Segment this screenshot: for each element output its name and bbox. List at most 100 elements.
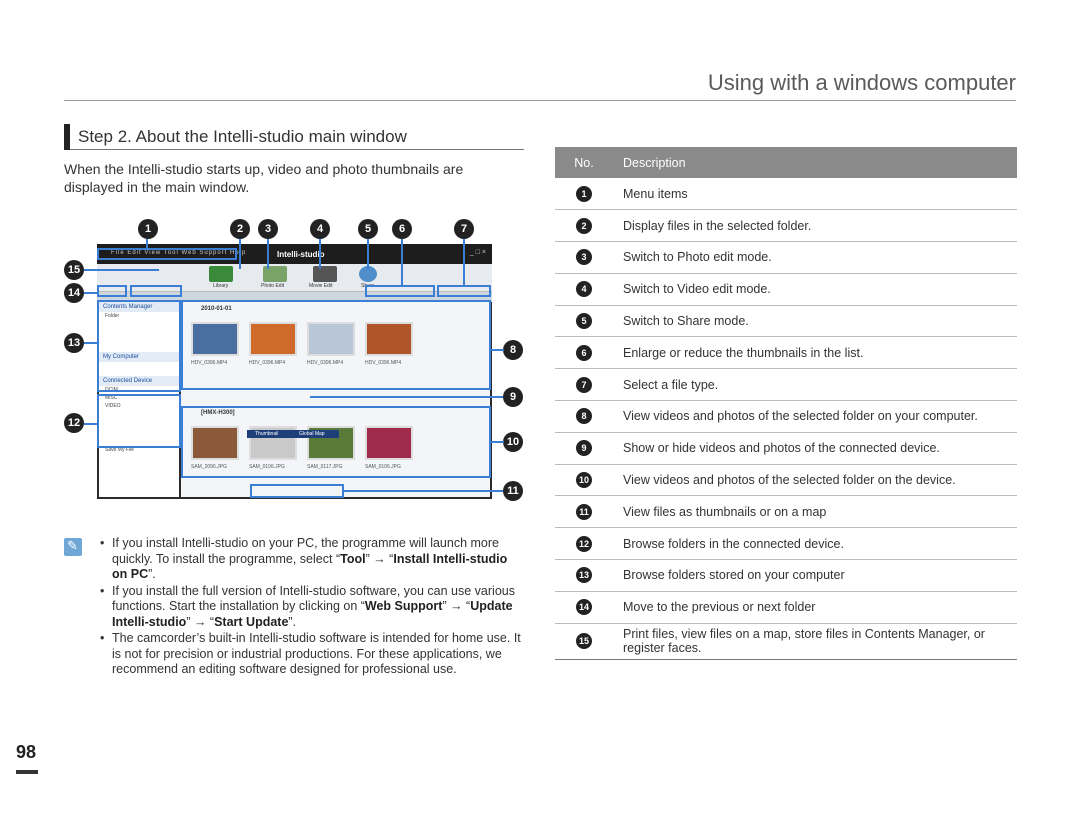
note-text: ” → “ bbox=[365, 551, 394, 566]
movie-edit-icon bbox=[313, 266, 337, 282]
leader-line bbox=[319, 239, 321, 269]
row-number: 12 bbox=[576, 535, 592, 552]
row-number-cell: 4 bbox=[555, 273, 613, 306]
row-number-cell: 5 bbox=[555, 305, 613, 338]
row-number: 5 bbox=[576, 313, 592, 330]
row-description: Show or hide videos and photos of the co… bbox=[613, 432, 1017, 465]
library-icon bbox=[209, 266, 233, 282]
app-logo: Intelli-studio bbox=[277, 250, 325, 259]
note-bold: Web Support bbox=[364, 599, 443, 613]
callout-7: 7 bbox=[454, 219, 474, 239]
leader-line bbox=[239, 239, 241, 269]
callout-14: 14 bbox=[64, 283, 84, 303]
note-bold: Start Update bbox=[214, 614, 289, 629]
row-number: 15 bbox=[576, 633, 592, 650]
row-description: Browse folders in the connected device. bbox=[613, 527, 1017, 561]
row-number: 13 bbox=[576, 567, 592, 584]
table-row: 10 View videos and photos of the selected… bbox=[555, 464, 1017, 497]
row-description: Enlarge or reduce the thumbnails in the … bbox=[613, 336, 1017, 370]
table-row: 2 Display files in the selected folder. bbox=[555, 209, 1017, 243]
table-header-row: No. Description bbox=[555, 147, 1017, 178]
callout-2: 2 bbox=[230, 219, 250, 239]
note-text: ”. bbox=[148, 567, 156, 581]
note-bullet-1: If you install Intelli-studio on your PC… bbox=[100, 536, 524, 583]
row-description: Move to the previous or next folder bbox=[613, 591, 1017, 624]
highlight-menu bbox=[97, 248, 237, 260]
photo-edit-label: Photo Edit bbox=[261, 283, 285, 289]
callout-4: 4 bbox=[310, 219, 330, 239]
table-row: 6 Enlarge or reduce the thumbnails in the… bbox=[555, 336, 1017, 370]
column-header-description: Description bbox=[613, 147, 1017, 178]
table-row: 5 Switch to Share mode. bbox=[555, 305, 1017, 338]
note-bullet-2: If you install the full version of Intel… bbox=[100, 584, 524, 631]
callout-13: 13 bbox=[64, 333, 84, 353]
table-row: 11 View files as thumbnails or on a map bbox=[555, 495, 1017, 529]
row-number: 3 bbox=[576, 249, 592, 266]
leader-line bbox=[310, 396, 503, 398]
callout-5: 5 bbox=[358, 219, 378, 239]
window-controls: _ □ × bbox=[469, 249, 486, 256]
row-number-cell: 9 bbox=[555, 432, 613, 465]
leader-line bbox=[491, 441, 504, 443]
row-number: 9 bbox=[576, 440, 592, 457]
row-number: 14 bbox=[576, 599, 592, 616]
row-number-cell: 13 bbox=[555, 559, 613, 592]
row-number: 10 bbox=[576, 472, 592, 489]
row-description: Menu items bbox=[613, 178, 1017, 211]
movie-edit-label: Movie Edit bbox=[309, 283, 333, 289]
note-bold: Tool bbox=[340, 551, 366, 566]
row-number-cell: 7 bbox=[555, 368, 613, 402]
callout-11: 11 bbox=[503, 481, 523, 501]
leader-line bbox=[367, 239, 369, 269]
highlight-device-tree bbox=[97, 394, 181, 448]
row-number-cell: 1 bbox=[555, 178, 613, 211]
leader-line bbox=[267, 239, 269, 269]
table-row: 8 View videos and photos of the selected … bbox=[555, 400, 1017, 433]
callout-10: 10 bbox=[503, 432, 523, 452]
leader-line bbox=[146, 239, 148, 249]
table-row: 13 Browse folders stored on your computer bbox=[555, 559, 1017, 592]
highlight-folder-tree bbox=[97, 300, 181, 392]
highlight-nav bbox=[97, 285, 127, 297]
row-number: 1 bbox=[576, 185, 592, 202]
highlight-zoom bbox=[365, 285, 435, 297]
leader-line bbox=[401, 239, 403, 285]
row-description: Select a file type. bbox=[613, 368, 1017, 402]
callout-8: 8 bbox=[503, 340, 523, 360]
note-pencil-icon bbox=[64, 538, 82, 556]
row-number: 8 bbox=[576, 408, 592, 425]
note-text: ” → “ bbox=[186, 614, 215, 629]
callout-9: 9 bbox=[503, 387, 523, 407]
table-row: 3 Switch to Photo edit mode. bbox=[555, 241, 1017, 274]
page-number-rule bbox=[16, 770, 38, 774]
table-row: 12 Browse folders in the connected device… bbox=[555, 527, 1017, 561]
row-number: 2 bbox=[576, 217, 592, 234]
row-number: 6 bbox=[576, 344, 592, 361]
row-description: Display files in the selected folder. bbox=[613, 209, 1017, 243]
page-header-title: Using with a windows computer bbox=[707, 70, 1016, 95]
row-number-cell: 6 bbox=[555, 336, 613, 370]
step-heading: Step 2. About the Intelli-studio main wi… bbox=[64, 124, 524, 150]
row-description: Switch to Photo edit mode. bbox=[613, 241, 1017, 274]
row-number-cell: 11 bbox=[555, 495, 613, 529]
row-number-cell: 10 bbox=[555, 464, 613, 497]
row-number-cell: 15 bbox=[555, 623, 613, 660]
callout-6: 6 bbox=[392, 219, 412, 239]
leader-line bbox=[463, 239, 465, 285]
heading-bar bbox=[64, 124, 70, 150]
leader-line bbox=[491, 349, 504, 351]
highlight-filetype bbox=[437, 285, 491, 297]
row-number-cell: 12 bbox=[555, 527, 613, 561]
row-number: 4 bbox=[576, 281, 592, 298]
row-number: 11 bbox=[576, 503, 592, 520]
row-description: View files as thumbnails or on a map bbox=[613, 495, 1017, 529]
library-label: Library bbox=[213, 283, 229, 289]
table-row: 9 Show or hide videos and photos of the c… bbox=[555, 432, 1017, 465]
leader-line bbox=[84, 423, 98, 425]
intro-text: When the Intelli-studio starts up, video… bbox=[64, 161, 464, 195]
row-description: View videos and photos of the selected f… bbox=[613, 464, 1017, 497]
row-description: Switch to Share mode. bbox=[613, 305, 1017, 338]
row-description: View videos and photos of the selected f… bbox=[613, 400, 1017, 433]
note-text: ”. bbox=[288, 614, 297, 629]
table-row: 15 Print files, view files on a map, stor… bbox=[555, 623, 1017, 660]
